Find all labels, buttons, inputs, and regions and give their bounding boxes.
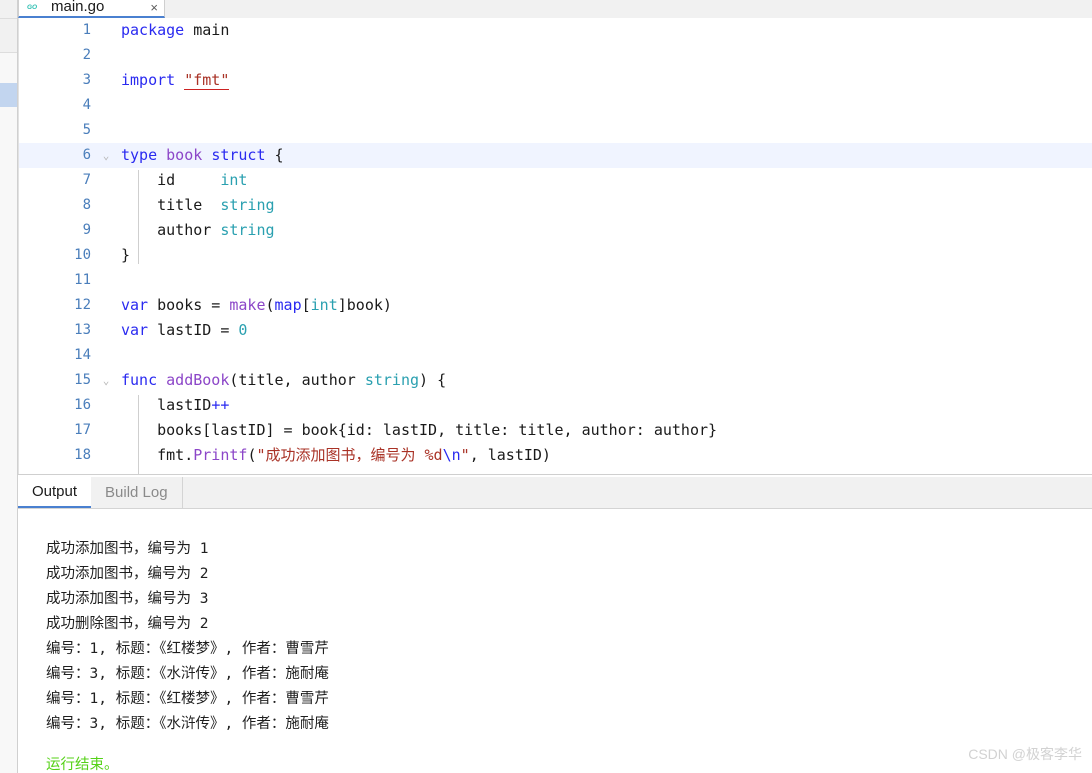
line-number: 2 (82, 47, 91, 63)
console-line: 编号：3, 标题：《水浒传》, 作者：施耐庵 (46, 666, 329, 682)
line-number: 17 (74, 422, 91, 438)
code-text: func addBook(title, author string) { (121, 371, 447, 389)
code-text: author string (121, 221, 275, 239)
code-text: books[lastID] = book{id: lastID, title: … (121, 421, 718, 439)
editor-tabbar: GO main.go × (18, 0, 1092, 18)
chevron-down-icon[interactable]: ⌄ (99, 143, 113, 168)
console-output[interactable]: 成功添加图书，编号为 1 成功添加图书，编号为 2 成功添加图书，编号为 3 成功删除… (18, 509, 1092, 773)
svg-text:GO: GO (27, 4, 37, 11)
code-line[interactable]: 15 ⌄ func addBook(title, author string) { (19, 368, 1092, 393)
indent-guide (138, 395, 139, 474)
console-line: 编号：3, 标题：《水浒传》, 作者：施耐庵 (46, 716, 329, 732)
chevron-down-icon[interactable]: ⌄ (99, 368, 113, 393)
rail-node-selected[interactable] (0, 83, 17, 107)
code-text: title string (121, 196, 275, 214)
line-number: 1 (82, 22, 91, 38)
line-number: 7 (82, 172, 91, 188)
line-number: 18 (74, 447, 91, 463)
tab-label: main.go (51, 0, 105, 15)
console-line: 成功删除图书，编号为 2 (46, 616, 209, 632)
panel-tab-output[interactable]: Output (18, 477, 92, 508)
console-line: 成功添加图书，编号为 1 (46, 541, 209, 557)
code-line[interactable]: 16 lastID++ (19, 393, 1092, 418)
line-number: 9 (82, 222, 91, 238)
project-rail[interactable] (0, 0, 18, 773)
code-line[interactable]: 2 (19, 43, 1092, 68)
code-text: var books = make(map[int]book) (121, 296, 392, 314)
line-number: 14 (74, 347, 91, 363)
code-line[interactable]: 4 (19, 93, 1092, 118)
line-number: 8 (82, 197, 91, 213)
rail-node-1[interactable] (0, 0, 17, 19)
code-line[interactable]: 5 (19, 118, 1092, 143)
code-text: } (121, 246, 131, 264)
code-text: package main (121, 21, 230, 39)
code-text: fmt.Printf("成功添加图书，编号为 %d\n", lastID) (121, 446, 551, 464)
line-number: 15 (74, 372, 91, 388)
code-text: import "fmt" (121, 71, 230, 90)
line-number: 16 (74, 397, 91, 413)
line-number: 5 (82, 122, 91, 138)
indent-guide (138, 170, 139, 264)
code-line[interactable]: 8 title string (19, 193, 1092, 218)
output-panel: Output Build Log 成功添加图书，编号为 1 成功添加图书，编号为 2… (18, 477, 1092, 773)
watermark: CSDN @极客李华 (968, 746, 1082, 762)
code-line[interactable]: 17 books[lastID] = book{id: lastID, titl… (19, 418, 1092, 443)
rail-node-2[interactable] (0, 19, 17, 53)
line-number: 4 (82, 97, 91, 113)
line-number: 6 (82, 147, 91, 163)
output-panel-tabs: Output Build Log (18, 477, 1092, 509)
tab-main-go[interactable]: GO main.go × (18, 0, 165, 18)
console-status-line: 运行结束。 (46, 757, 119, 773)
console-line: 成功添加图书，编号为 3 (46, 591, 209, 607)
line-number: 3 (82, 72, 91, 88)
code-text: var lastID = 0 (121, 321, 248, 339)
code-text: type book struct { (121, 146, 284, 164)
code-editor[interactable]: 1 package main 2 3 import "fmt" 4 5 6 ⌄ type book… (18, 18, 1092, 474)
console-line: 编号：1, 标题：《红楼梦》, 作者：曹雪芹 (46, 691, 329, 707)
code-line[interactable]: 10} (19, 243, 1092, 268)
console-line: 成功添加图书，编号为 2 (46, 566, 209, 582)
line-number: 11 (74, 272, 91, 288)
panel-tab-filler (183, 477, 1092, 508)
line-number: 10 (74, 247, 91, 263)
code-line[interactable]: 7 id int (19, 168, 1092, 193)
close-icon[interactable]: × (150, 1, 158, 14)
line-number: 12 (74, 297, 91, 313)
code-line[interactable]: 1 package main (19, 18, 1092, 43)
code-line[interactable]: 11 (19, 268, 1092, 293)
code-line[interactable]: 3 import "fmt" (19, 68, 1092, 93)
code-line[interactable]: 14 (19, 343, 1092, 368)
code-line[interactable]: 18 fmt.Printf("成功添加图书，编号为 %d\n", lastID) (19, 443, 1092, 468)
code-text: id int (121, 171, 248, 189)
code-line[interactable]: 13 var lastID = 0 (19, 318, 1092, 343)
go-gopher-icon: GO (27, 4, 37, 11)
code-line[interactable]: 9 author string (19, 218, 1092, 243)
line-number: 13 (74, 322, 91, 338)
ide-window: GO main.go × 1 package main 2 3 import "fmt"… (0, 0, 1092, 773)
code-line[interactable]: 12 var books = make(map[int]book) (19, 293, 1092, 318)
console-line: 编号：1, 标题：《红楼梦》, 作者：曹雪芹 (46, 641, 329, 657)
code-line[interactable]: 6 ⌄ type book struct { (19, 143, 1092, 168)
panel-tab-build-log[interactable]: Build Log (91, 477, 182, 508)
